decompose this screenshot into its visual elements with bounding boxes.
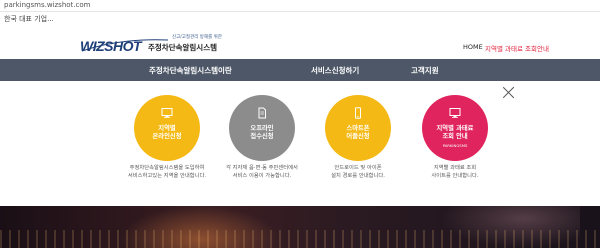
description-line: 주정차단속알림시스템을 도입하여	[129, 165, 205, 171]
service-sublabel: PARKINGSMS	[442, 143, 468, 148]
browser-bookmark-strip: 한국 대표 기업...	[0, 12, 600, 26]
service-label-line1: 스마트폰	[346, 125, 370, 132]
smartphone-icon	[355, 107, 361, 119]
logo-name: 주정차단속알림시스템	[148, 43, 217, 52]
service-label-line1: 오프라인	[250, 125, 274, 132]
description-line: 각 지자체 읍·면·동 주민센터에서	[226, 165, 298, 171]
nav-item-apply[interactable]: 서비스신청하기	[311, 65, 359, 76]
service-description: 안드로이드 및 아이폰 설치 경로를 안내합니다.	[303, 164, 413, 180]
service-label-line1: 지역별 과태료	[436, 125, 474, 132]
description-line: 안드로이드 및 아이폰	[334, 165, 382, 171]
main-nav: 주정차단속알림시스템이란 서비스신청하기 고객지원	[0, 59, 600, 81]
description-line: 서비스 이용이 가능합니다.	[232, 173, 292, 179]
nav-item-support[interactable]: 고객지원	[411, 65, 439, 76]
service-description: 각 지자체 읍·면·동 주민센터에서 서비스 이용이 가능합니다.	[207, 164, 317, 180]
service-offline-apply[interactable]: 오프라인 접수신청	[229, 95, 295, 161]
description-line: 서비스하고있는 지역을 안내합니다.	[127, 173, 207, 179]
service-label-line2: 어플신청	[346, 133, 370, 140]
close-icon[interactable]	[502, 86, 516, 100]
hero-banner-image	[0, 206, 600, 248]
service-description: 지역별 과태료 조회 사이트를 안내합니다.	[400, 164, 510, 180]
service-region-fine[interactable]: 지역별 과태료 조회 안내 PARKINGSMS	[422, 95, 488, 161]
service-app-apply[interactable]: 스마트폰 어플신청	[325, 95, 391, 161]
url-text[interactable]: parkingsms.wizshot.com	[4, 1, 90, 9]
description-line: 사이트를 안내합니다.	[431, 173, 479, 179]
service-label-line2: 접수신청	[250, 133, 274, 140]
service-online-apply[interactable]: 지역별 온라인신청	[134, 95, 200, 161]
description-line: 지역별 과태료 조회	[433, 165, 477, 171]
logo-brand: WIZSHOT	[80, 38, 142, 54]
region-fine-link[interactable]: 지역별 과태료 조회안내	[485, 43, 549, 53]
service-description: 주정차단속알림시스템을 도입하여 서비스하고있는 지역을 안내합니다.	[112, 164, 222, 180]
monitor-icon	[449, 108, 461, 118]
nav-item-about[interactable]: 주정차단속알림시스템이란	[149, 65, 232, 76]
document-icon	[258, 107, 266, 119]
hero-city-lights	[0, 230, 600, 248]
site-logo[interactable]: 신고/고질관리 방해를 위한 WIZSHOT 주정차단속알림시스템	[80, 34, 280, 54]
service-label-line1: 지역별	[158, 125, 176, 132]
browser-url-bar[interactable]: parkingsms.wizshot.com	[0, 0, 600, 12]
home-link[interactable]: HOME	[463, 43, 483, 51]
monitor-icon	[161, 108, 173, 118]
logo-tagline: 신고/고질관리 방해를 위한	[172, 35, 222, 40]
description-line: 설치 경로를 안내합니다.	[331, 173, 385, 179]
service-label-line2: 조회 안내	[442, 133, 468, 140]
bookmark-item[interactable]: 한국 대표 기업...	[4, 14, 54, 24]
service-label-line2: 온라인신청	[152, 133, 182, 140]
